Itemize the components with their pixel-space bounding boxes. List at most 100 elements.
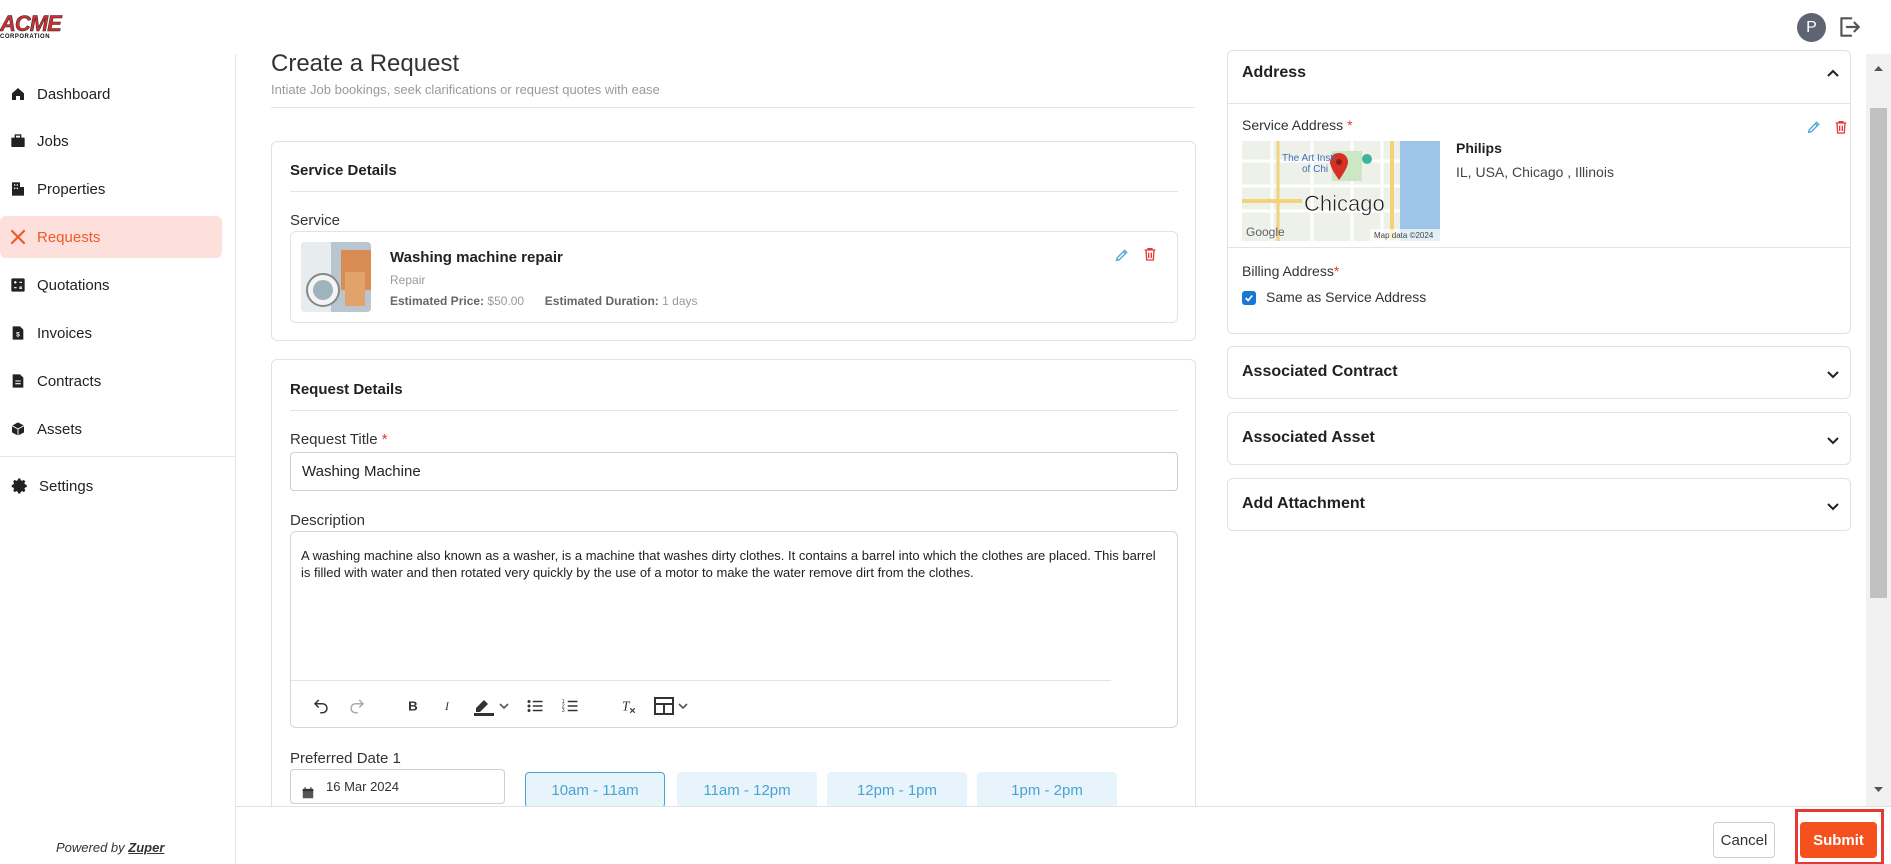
italic-icon[interactable]: I [438, 692, 456, 720]
cancel-button[interactable]: Cancel [1713, 822, 1775, 858]
sidebar-item-label: Settings [39, 477, 94, 495]
sidebar-item-dashboard[interactable]: Dashboard [0, 73, 222, 115]
svg-text:B: B [408, 699, 418, 714]
map-credit: Map data ©2024 [1374, 231, 1434, 240]
sidebar-item-requests[interactable]: Requests [0, 216, 222, 258]
undo-icon[interactable] [309, 692, 333, 720]
user-avatar[interactable]: P [1797, 13, 1826, 42]
briefcase-icon [9, 132, 27, 150]
invoice-icon: $ [9, 324, 27, 342]
service-price: $50.00 [487, 294, 525, 308]
box-icon [9, 420, 27, 438]
preferred-date-input[interactable]: 16 Mar 2024 [290, 769, 505, 804]
address-panel: Address Service Address * The Art Insti … [1227, 50, 1851, 334]
panel-divider [1228, 103, 1850, 104]
request-title-label: Request Title * [290, 431, 388, 448]
same-as-service-label[interactable]: Same as Service Address [1266, 289, 1426, 305]
powered-by: Powered by Zuper [56, 840, 165, 855]
sidebar-item-label: Requests [37, 228, 101, 246]
card-divider [290, 410, 1178, 411]
time-slot[interactable]: 11am - 12pm [677, 772, 817, 808]
associated-contract-heading: Associated Contract [1242, 363, 1398, 380]
highlight-color-icon[interactable] [471, 692, 511, 720]
page-title: Create a Request [271, 50, 460, 77]
panel-divider [1228, 247, 1850, 248]
google-logo: Google [1246, 225, 1285, 239]
chevron-down-icon[interactable] [1826, 368, 1840, 382]
svg-text:The Art Insti: The Art Insti [1282, 153, 1335, 164]
page-subtitle: Intiate Job bookings, seek clarification… [271, 82, 660, 97]
page-scrollbar[interactable] [1866, 54, 1891, 806]
scrollbar-thumb[interactable] [1870, 108, 1887, 598]
sidebar-item-invoices[interactable]: $ Invoices [0, 312, 222, 354]
table-icon[interactable] [652, 692, 692, 720]
map-city-label: Chicago [1304, 191, 1385, 216]
sidebar-item-properties[interactable]: Properties [0, 168, 222, 210]
add-attachment-heading: Add Attachment [1242, 495, 1365, 512]
svg-text:I: I [444, 700, 450, 713]
sidebar-item-quotations[interactable]: Quotations [0, 264, 222, 306]
service-item[interactable]: Washing machine repair Repair Estimated … [290, 231, 1178, 323]
associated-contract-panel[interactable]: Associated Contract [1227, 346, 1851, 399]
chevron-up-icon[interactable] [1826, 66, 1840, 80]
bullet-list-icon[interactable] [524, 692, 546, 720]
document-icon [9, 372, 27, 390]
service-category: Repair [390, 273, 426, 287]
sidebar-item-label: Contracts [37, 372, 102, 390]
sidebar-item-settings[interactable]: Settings [0, 465, 222, 507]
numbered-list-icon[interactable]: 123 [559, 692, 581, 720]
svg-text:T: T [622, 699, 631, 714]
sidebar-item-label: Assets [37, 420, 83, 438]
time-slot[interactable]: 10am - 11am [525, 772, 665, 808]
editor-scrollbar[interactable] [1169, 532, 1177, 646]
description-text[interactable]: A washing machine also known as a washer… [301, 547, 1161, 581]
acme-logo[interactable]: ACME CORPORATION [0, 12, 62, 42]
sidebar-item-contracts[interactable]: Contracts [0, 360, 222, 402]
sidebar-item-jobs[interactable]: Jobs [0, 120, 222, 162]
add-attachment-panel[interactable]: Add Attachment [1227, 478, 1851, 531]
zuper-link[interactable]: Zuper [128, 840, 164, 855]
bold-icon[interactable]: B [403, 692, 423, 720]
home-icon [9, 85, 27, 103]
sidebar-item-label: Quotations [37, 276, 110, 294]
service-details-card: Service Details Service Washing machine … [271, 141, 1196, 341]
same-as-service-checkbox[interactable] [1242, 291, 1256, 305]
scroll-up-icon[interactable] [1873, 64, 1884, 72]
service-estimates: Estimated Price: $50.00 Estimated Durati… [390, 294, 698, 308]
delete-icon[interactable] [1140, 244, 1160, 264]
request-title-input[interactable]: Washing Machine [290, 452, 1178, 491]
service-name: Washing machine repair [390, 249, 563, 266]
sidebar-item-assets[interactable]: Assets [0, 408, 222, 450]
delete-address-icon[interactable] [1831, 117, 1851, 137]
scroll-down-icon[interactable] [1873, 786, 1884, 794]
editor-divider [291, 680, 1111, 681]
edit-icon[interactable] [1112, 245, 1132, 265]
description-editor[interactable]: A washing machine also known as a washer… [290, 531, 1178, 728]
sidebar-divider [0, 456, 236, 457]
address-line: IL, USA, Chicago , Illinois [1456, 164, 1614, 180]
time-slot[interactable]: 12pm - 1pm [827, 772, 967, 808]
associated-asset-heading: Associated Asset [1242, 429, 1375, 446]
service-duration: 1 days [662, 294, 698, 308]
time-slot[interactable]: 1pm - 2pm [977, 772, 1117, 808]
service-address-label: Service Address * [1242, 117, 1353, 133]
preferred-date-label: Preferred Date 1 [290, 750, 401, 767]
address-map[interactable]: The Art Insti of Chi Chicago Google Map … [1242, 141, 1440, 241]
description-label: Description [290, 512, 366, 529]
associated-asset-panel[interactable]: Associated Asset [1227, 412, 1851, 465]
chevron-down-icon[interactable] [1826, 500, 1840, 514]
submit-button[interactable]: Submit [1800, 822, 1877, 858]
chevron-down-icon[interactable] [1826, 434, 1840, 448]
redo-icon[interactable] [345, 692, 369, 720]
address-heading[interactable]: Address [1242, 64, 1306, 82]
svg-text:3: 3 [562, 708, 565, 714]
sidebar-item-label: Properties [37, 180, 106, 198]
logout-icon[interactable] [1836, 14, 1862, 40]
clear-formatting-icon[interactable]: T [617, 692, 639, 720]
tools-icon [9, 228, 27, 246]
edit-address-icon[interactable] [1804, 117, 1824, 137]
request-details-heading: Request Details [290, 381, 403, 398]
form-footer: Cancel Submit [236, 806, 1891, 864]
address-name: Philips [1456, 140, 1502, 156]
building-icon [9, 180, 27, 198]
